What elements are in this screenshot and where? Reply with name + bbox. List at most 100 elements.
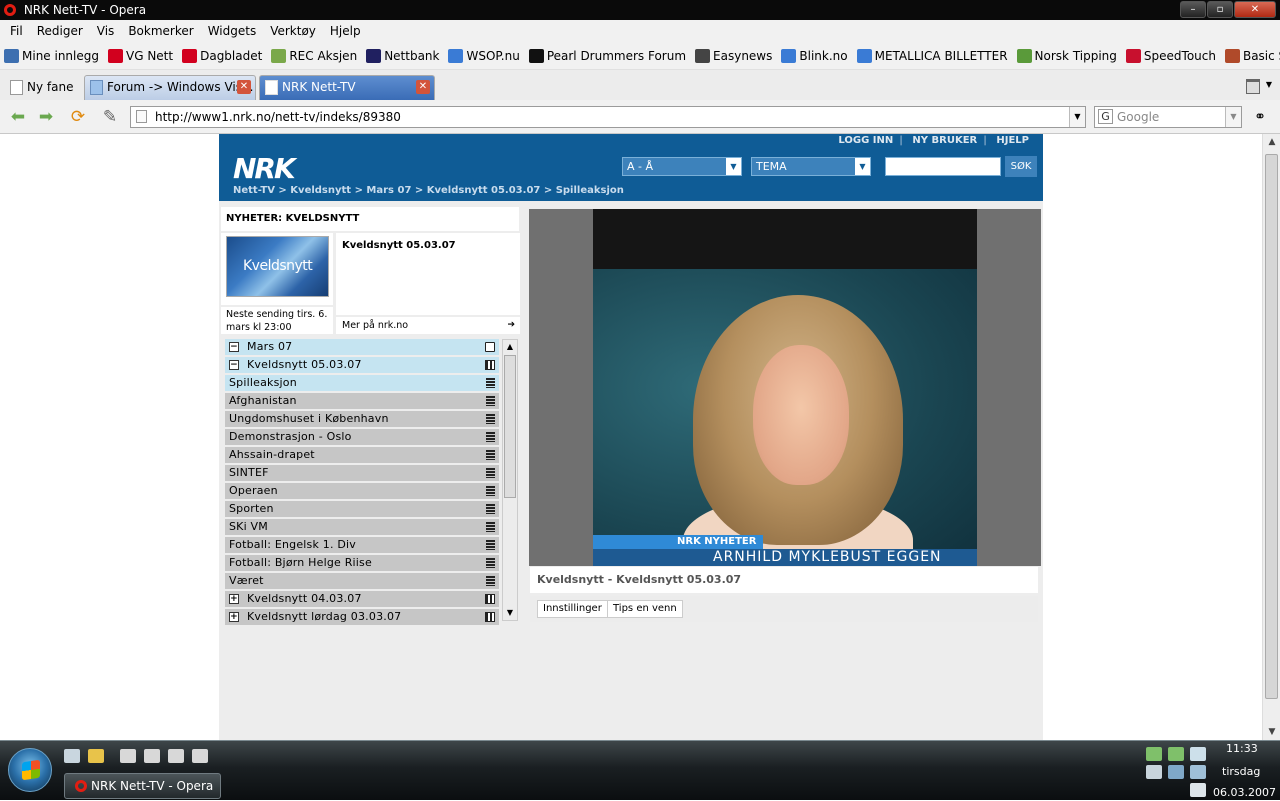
menu-hjelp[interactable]: Hjelp [323, 24, 368, 38]
bookmark-item[interactable]: Pearl Drummers Forum [528, 48, 686, 63]
chevron-down-icon[interactable]: ▼ [1266, 80, 1272, 89]
maximize-button[interactable]: ▫ [1207, 1, 1233, 18]
chevron-down-icon[interactable]: ▼ [1069, 107, 1085, 127]
folder-icon[interactable] [88, 749, 104, 763]
collapse-icon[interactable]: − [229, 360, 239, 370]
tree-clip-row[interactable]: Ungdomshuset i København [225, 411, 499, 427]
start-button[interactable] [8, 748, 52, 792]
tree-group-row[interactable]: − Kveldsnytt 05.03.07 [225, 357, 499, 373]
tree-clip-row[interactable]: Demonstrasjon - Oslo [225, 429, 499, 445]
az-select[interactable]: A - Å ▼ [622, 157, 742, 176]
expand-icon[interactable]: + [229, 612, 239, 622]
tree-clip-row[interactable]: Fotball: Bjørn Helge Riise [225, 555, 499, 571]
bookmark-item[interactable]: Blink.no [781, 48, 848, 63]
search-input[interactable]: G Google ▼ [1094, 106, 1242, 128]
bookmark-item[interactable]: Basic Setup [1224, 48, 1280, 63]
expand-icon[interactable]: + [229, 594, 239, 604]
drive-icon[interactable] [120, 749, 136, 763]
menu-bokmerker[interactable]: Bokmerker [121, 24, 200, 38]
clock-day[interactable]: tirsdag [1222, 765, 1260, 778]
new-user-link[interactable]: NY BRUKER [912, 135, 977, 146]
tree-clip-row[interactable]: Operaen [225, 483, 499, 499]
address-input[interactable]: http://www1.nrk.no/nett-tv/indeks/89380 … [130, 106, 1086, 128]
network-icon[interactable] [1168, 747, 1184, 761]
glasses-icon[interactable]: ⚭ [1250, 108, 1270, 126]
bookmark-item[interactable]: METALLICA BILLETTER [856, 48, 1008, 63]
bookmark-item[interactable]: Norsk Tipping [1016, 48, 1117, 63]
breadcrumb[interactable]: Nett-TV > Kveldsnytt > Mars 07 > Kveldsn… [233, 185, 624, 196]
nrk-logo[interactable]: NRK [233, 155, 296, 183]
tree-group-row[interactable]: + Kveldsnytt 04.03.07 [225, 591, 499, 607]
tema-select[interactable]: TEMA ▼ [751, 157, 871, 176]
video-frame[interactable]: NRK NYHETER ARNHILD MYKLEBUST EGGEN [593, 209, 977, 566]
drive-icon[interactable] [144, 749, 160, 763]
tree-clip-row[interactable]: Afghanistan [225, 393, 499, 409]
window-titlebar[interactable]: NRK Nett-TV - Opera – ▫ ✕ [0, 0, 1280, 20]
printer-icon[interactable] [168, 749, 184, 763]
tree-clip-row[interactable]: Været [225, 573, 499, 589]
menu-verktoy[interactable]: Verktøy [263, 24, 323, 38]
menu-rediger[interactable]: Rediger [30, 24, 90, 38]
tree-clip-row[interactable]: SINTEF [225, 465, 499, 481]
tree-group-row[interactable]: + Kveldsnytt lørdag 03.03.07 [225, 609, 499, 625]
settings-button[interactable]: Innstillinger [537, 600, 608, 618]
network-icon[interactable] [1146, 747, 1162, 761]
close-window-button[interactable]: ✕ [1234, 1, 1276, 18]
close-tab-icon[interactable]: ✕ [237, 80, 251, 94]
tree-clip-row[interactable]: Fotball: Engelsk 1. Div [225, 537, 499, 553]
scroll-down-icon[interactable]: ▼ [503, 606, 517, 620]
speaker-icon[interactable] [1190, 783, 1206, 797]
taskbar-opera-button[interactable]: NRK Nett-TV - Opera [64, 773, 221, 799]
minimize-button[interactable]: – [1180, 1, 1206, 18]
menu-vis[interactable]: Vis [90, 24, 122, 38]
chevron-down-icon[interactable]: ▼ [1225, 107, 1241, 127]
bookmark-item[interactable]: Nettbank [366, 48, 439, 63]
tree-group-row[interactable]: − Mars 07 [225, 339, 499, 355]
device-icon[interactable] [1190, 747, 1206, 761]
bookmark-item[interactable]: Easynews [695, 48, 772, 63]
scroll-thumb[interactable] [1265, 154, 1278, 699]
menu-widgets[interactable]: Widgets [201, 24, 264, 38]
bookmark-item[interactable]: WSOP.nu [448, 48, 520, 63]
tab-forum[interactable]: Forum -> Windows Vis... ✕ [84, 75, 256, 100]
globe-icon[interactable] [1168, 765, 1184, 779]
drive-icon[interactable] [192, 749, 208, 763]
tip-a-friend-button[interactable]: Tips en venn [607, 600, 683, 618]
page-scrollbar[interactable]: ▲ ▼ [1262, 134, 1280, 740]
reload-icon[interactable]: ⟳ [68, 108, 88, 126]
bookmark-item[interactable]: Mine innlegg [4, 48, 99, 63]
tree-clip-row[interactable]: Sporten [225, 501, 499, 517]
collapse-icon[interactable]: − [229, 342, 239, 352]
tab-nrk[interactable]: NRK Nett-TV ✕ [259, 75, 435, 100]
tree-scrollbar[interactable]: ▲ ▼ [502, 339, 518, 621]
nrk-search-input[interactable] [885, 157, 1001, 176]
tree-clip-row[interactable]: Spilleaksjon [225, 375, 499, 391]
forward-icon[interactable]: ➡ [36, 108, 56, 126]
tree-clip-row[interactable]: SKi VM [225, 519, 499, 535]
show-desktop-icon[interactable] [64, 749, 80, 763]
bookmark-item[interactable]: REC Aksjen [271, 48, 357, 63]
close-tab-icon[interactable]: ✕ [416, 80, 430, 94]
clock-date[interactable]: 06.03.2007 [1213, 786, 1276, 799]
settings-icon[interactable] [1146, 765, 1162, 779]
scroll-thumb[interactable] [504, 355, 516, 498]
program-thumbnail[interactable]: Kveldsnytt [226, 236, 329, 297]
edit-icon[interactable]: ✎ [100, 108, 120, 126]
help-link[interactable]: HJELP [996, 135, 1029, 146]
monitor-icon[interactable] [1190, 765, 1206, 779]
menu-fil[interactable]: Fil [3, 24, 30, 38]
login-link[interactable]: LOGG INN [838, 135, 893, 146]
scroll-down-icon[interactable]: ▼ [1263, 724, 1280, 740]
bookmark-item[interactable]: Dagbladet [182, 48, 262, 63]
video-player[interactable]: NRK NYHETER ARNHILD MYKLEBUST EGGEN [529, 209, 1041, 566]
scroll-up-icon[interactable]: ▲ [1263, 134, 1280, 150]
scroll-up-icon[interactable]: ▲ [503, 340, 517, 354]
tab-new[interactable]: Ny fane [4, 75, 80, 100]
tree-clip-row[interactable]: Ahssain-drapet [225, 447, 499, 463]
nrk-search-button[interactable]: SØK [1005, 156, 1037, 177]
trash-icon[interactable] [1246, 79, 1260, 94]
more-on-nrk-link[interactable]: Mer på nrk.no ➔ [336, 317, 520, 334]
back-icon[interactable]: ⬅ [8, 108, 28, 126]
bookmark-item[interactable]: VG Nett [108, 48, 173, 63]
clock-time[interactable]: 11:33 [1226, 742, 1258, 755]
